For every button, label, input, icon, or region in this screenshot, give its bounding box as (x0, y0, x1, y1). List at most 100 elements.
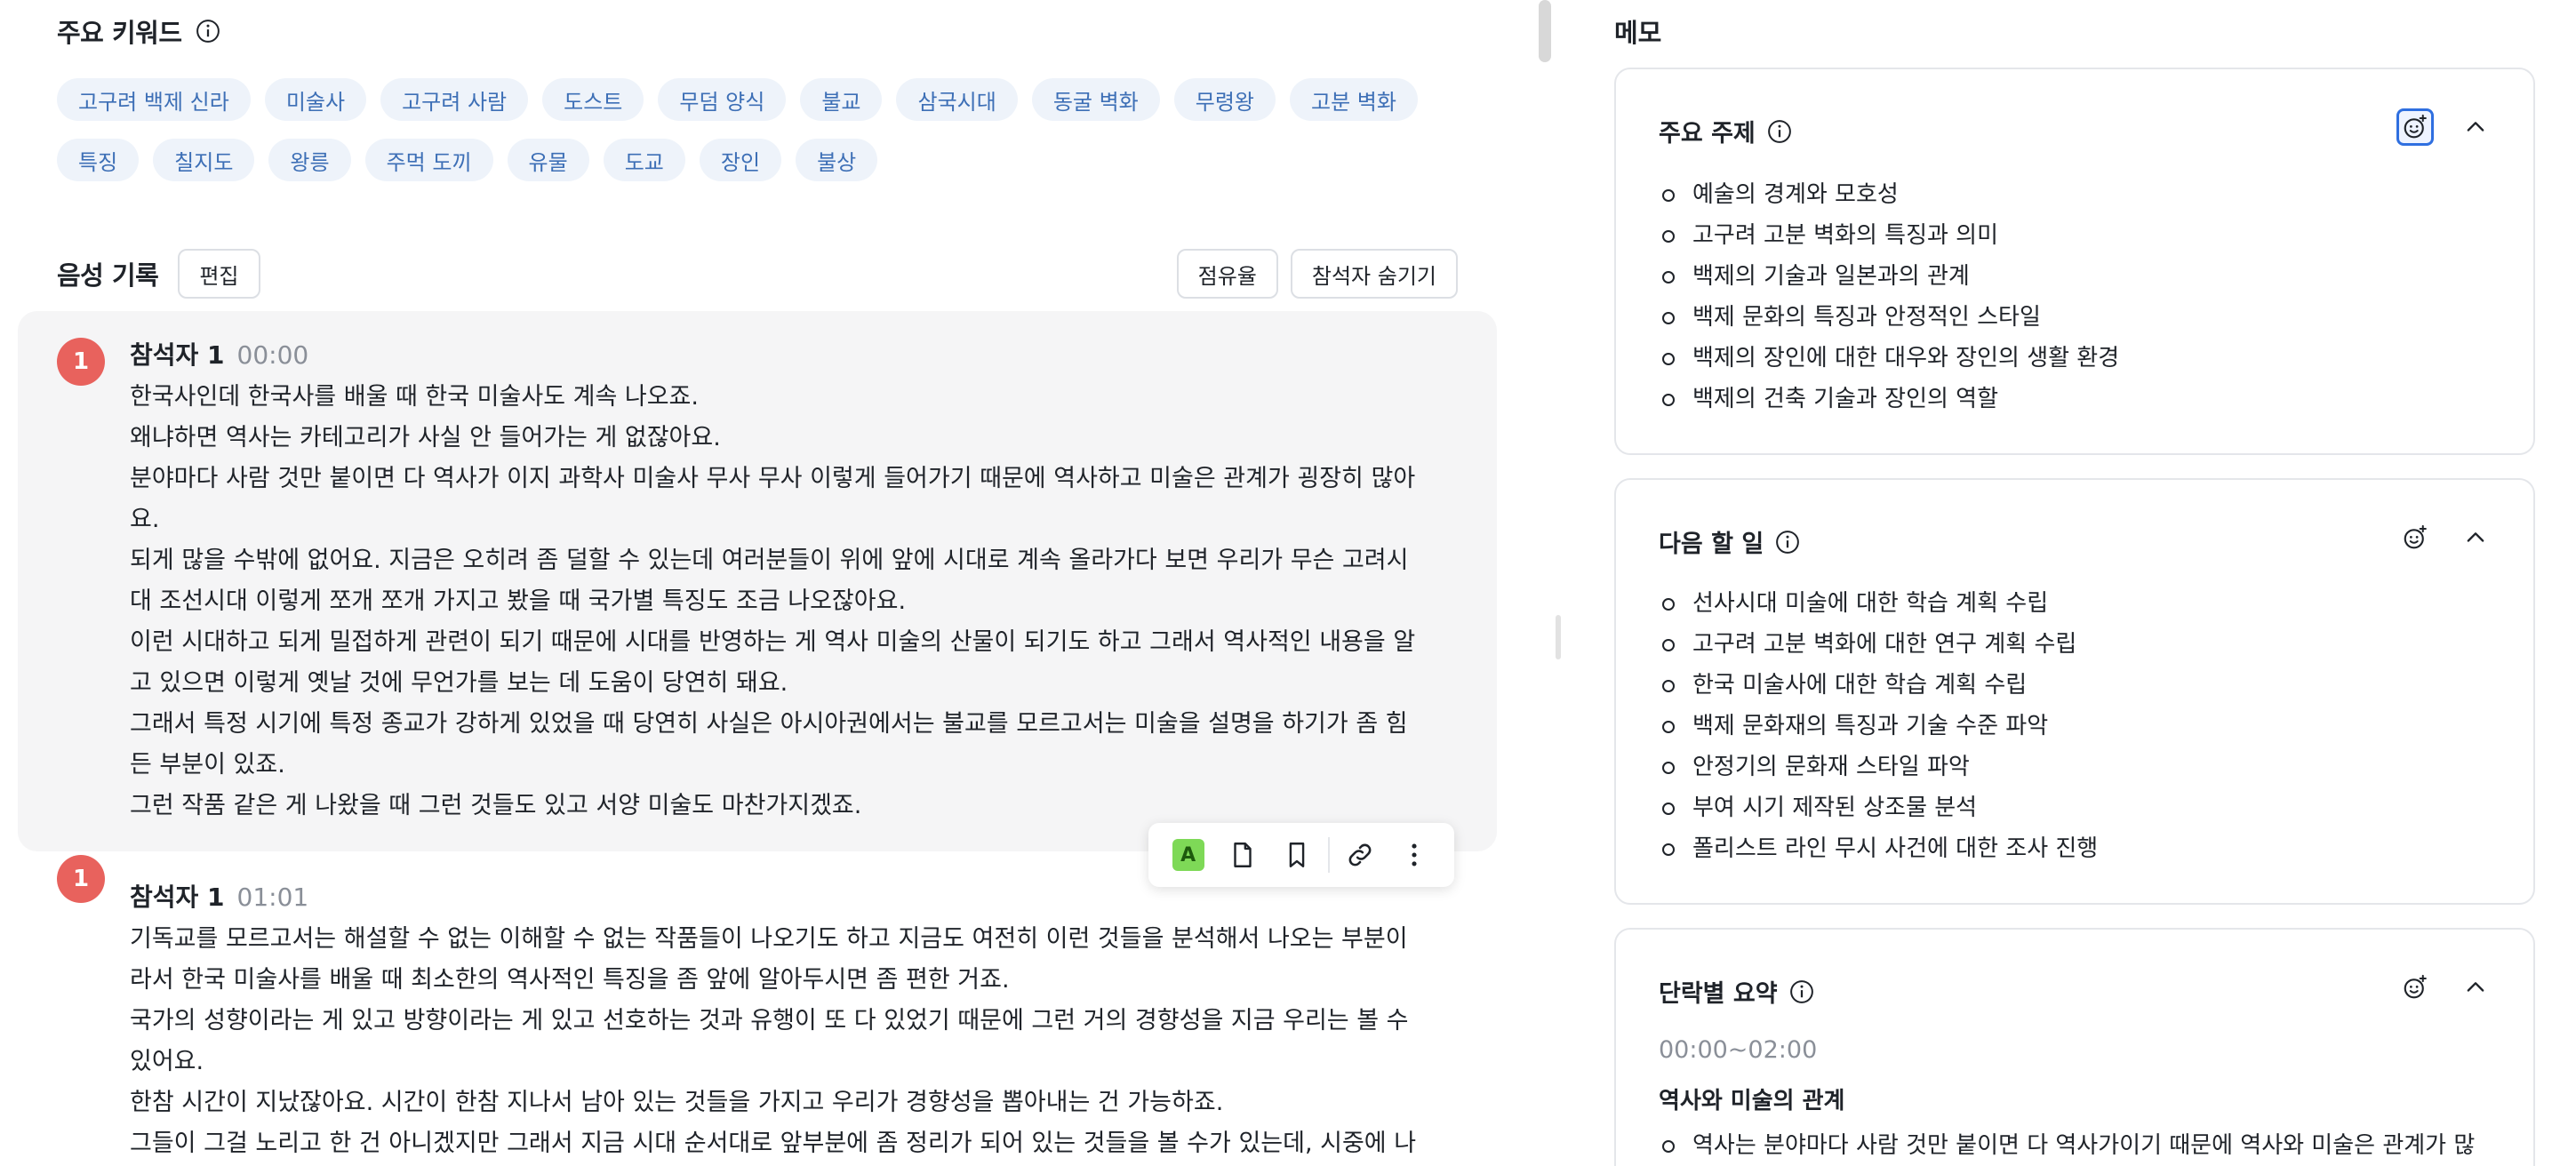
keyword-chip[interactable]: 장인 (699, 139, 782, 181)
transcript-line: 라서 한국 미술사를 배울 때 최소한의 역사적인 특징을 좀 앞에 알아두시면… (130, 966, 1010, 994)
list-item: 한국 미술사에 대한 학습 계획 수립 (1659, 665, 2098, 706)
utterance[interactable]: 1 참석자 1 01:01 기독교를 모르고서는 해설할 수 없는 이해할 수 없… (18, 855, 1497, 1166)
list-item: 백제의 건축 기술과 장인의 역할 (1659, 379, 2119, 419)
recording-header: 음성 기록 편집 점유율 참석자 숨기기 (57, 249, 1458, 299)
topics-card: 주요 주제 예술의 경계와 모호성 고구려 고분 벽화의 특징과 의미 백제의 … (1614, 68, 2535, 455)
keyword-chip[interactable]: 삼국시대 (896, 78, 1018, 121)
transcript-line: 요. (130, 506, 160, 533)
todo-card: 다음 할 일 선사시대 미술에 대한 학습 계획 수립 고구려 고분 벽화에 대… (1614, 478, 2535, 905)
card-header: 주요 주제 (1659, 114, 1793, 148)
summary-paragraph-title: 역사와 미술의 관계 (1659, 1088, 1845, 1114)
info-icon[interactable] (1774, 529, 1801, 555)
transcript-line: 있어요. (130, 1048, 204, 1075)
transcript-line: 든 부분이 있죠. (130, 751, 285, 779)
speaker-header: 참석자 1 00:00 (130, 336, 308, 371)
keyword-chip[interactable]: 미술사 (264, 78, 367, 121)
bookmark-icon[interactable] (1269, 830, 1324, 880)
ai-regenerate-icon[interactable] (2396, 519, 2434, 556)
link-icon[interactable] (1333, 830, 1388, 880)
chevron-up-icon[interactable] (2457, 519, 2494, 556)
ai-regenerate-icon[interactable] (2396, 969, 2434, 1006)
chevron-up-icon[interactable] (2457, 969, 2494, 1006)
memo-title: 메모 (1614, 18, 1662, 48)
info-icon[interactable] (195, 18, 221, 44)
keyword-chip[interactable]: 동굴 벽화 (1031, 78, 1160, 121)
list-item: 부여 시기 제작된 상조물 분석 (1659, 787, 2098, 828)
keyword-chips: 고구려 백제 신라 미술사 고구려 사람 도스트 무덤 양식 불교 삼국시대 동… (57, 78, 1497, 181)
avatar: 1 (57, 338, 105, 386)
keyword-chip[interactable]: 불교 (800, 78, 883, 121)
keyword-chip[interactable]: 유물 (507, 139, 589, 181)
keyword-chip[interactable]: 무령왕 (1173, 78, 1276, 121)
speaker-header: 참석자 1 01:01 (130, 878, 308, 914)
keyword-chip[interactable]: 왕릉 (268, 139, 351, 181)
info-icon[interactable] (1766, 118, 1793, 145)
keyword-chip[interactable]: 고구려 백제 신라 (57, 78, 251, 121)
keyword-chip[interactable]: 무덤 양식 (658, 78, 787, 121)
keyword-chip[interactable]: 고분 벽화 (1290, 78, 1418, 121)
recording-title: 음성 기록 (57, 260, 159, 291)
utterance-text: 한국사인데 한국사를 배울 때 한국 미술사도 계속 나오죠. 왜냐하면 역사는… (130, 377, 1481, 827)
transcript-pane: 주요 키워드 고구려 백제 신라 미술사 고구려 사람 도스트 무덤 양식 불교… (0, 0, 1547, 1166)
card-title: 주요 주제 (1659, 120, 1756, 148)
speaker-name: 참석자 1 (130, 340, 225, 370)
transcript-line: 그런 작품 같은 게 나왔을 때 그런 것들도 있고 서양 미술도 마찬가지겠죠… (130, 792, 862, 819)
list-item: 백제의 장인에 대한 대우와 장인의 생활 환경 (1659, 338, 2119, 379)
transcript-line: 그들이 그걸 노리고 한 건 아니겠지만 그래서 지금 시대 순서대로 앞부분에… (130, 1130, 1417, 1157)
keyword-chip[interactable]: 특징 (57, 139, 140, 181)
edit-button[interactable]: 편집 (178, 249, 260, 299)
summary-card: 단락별 요약 00:00~02:00 역사와 미술의 관계 역사는 분야마다 사… (1614, 928, 2535, 1166)
card-header: 다음 할 일 (1659, 524, 1801, 559)
transcript-line: 그래서 특정 시기에 특정 종교가 강하게 있었을 때 당연히 사실은 아시아권… (130, 710, 1408, 738)
card-title: 단락별 요약 (1659, 980, 1778, 1008)
transcript-line: 한국사인데 한국사를 배울 때 한국 미술사도 계속 나오죠. (130, 383, 699, 411)
speaker-name: 참석자 1 (130, 882, 225, 912)
recording-actions: 점유율 참석자 숨기기 (1176, 249, 1458, 299)
list-item: 백제 문화의 특징과 안정적인 스타일 (1659, 297, 2119, 338)
keywords-title: 주요 키워드 (57, 18, 182, 48)
keyword-chip[interactable]: 고구려 사람 (380, 78, 529, 121)
more-icon[interactable] (1388, 830, 1442, 880)
timestamp[interactable]: 00:00 (237, 340, 309, 370)
transcript-line: 왜냐하면 역사는 카테고리가 사실 안 들어가는 게 없잖아요. (130, 424, 721, 451)
avatar: 1 (57, 855, 105, 903)
chevron-up-icon[interactable] (2457, 108, 2494, 146)
list-item: 백제의 기술과 일본과의 관계 (1659, 256, 2119, 297)
keyword-chip[interactable]: 도교 (603, 139, 685, 181)
list-item: 선사시대 미술에 대한 학습 계획 수립 (1659, 583, 2098, 624)
share-ratio-button[interactable]: 점유율 (1176, 249, 1278, 299)
list-item: 예술의 경계와 모호성 (1659, 174, 2119, 215)
info-icon[interactable] (1788, 978, 1815, 1005)
card-tools (2396, 519, 2494, 556)
list-item: 고구려 고분 벽화에 대한 연구 계획 수립 (1659, 624, 2098, 665)
hide-participants-button[interactable]: 참석자 숨기기 (1290, 249, 1458, 299)
toolbar-divider (1327, 837, 1330, 873)
summary-list: 역사는 분야마다 사람 것만 붙이면 다 역사가이기 때문에 역사와 미술은 관… (1659, 1125, 2475, 1166)
transcript-line: 국가의 성향이라는 게 있고 방향이라는 게 있고 선호하는 것과 유행이 또 … (130, 1007, 1409, 1034)
keyword-chip[interactable]: 주먹 도끼 (364, 139, 493, 181)
transcript-line: 대 조선시대 이렇게 쪼개 쪼개 가지고 봤을 때 국가별 특징도 조금 나오잖… (130, 587, 907, 615)
summary-time-range[interactable]: 00:00~02:00 (1659, 1036, 1817, 1064)
highlight-a-icon: A (1172, 839, 1204, 871)
pane-resize-handle[interactable] (1556, 615, 1561, 659)
transcript-line: 이런 시대하고 되게 밀접하게 관련이 되기 때문에 시대를 반영하는 게 역사… (130, 628, 1416, 656)
transcript-line: 한참 시간이 지났잖아요. 시간이 한참 지나서 남아 있는 것들을 가지고 우… (130, 1089, 1224, 1116)
ai-regenerate-icon[interactable] (2396, 108, 2434, 146)
topics-list: 예술의 경계와 모호성 고구려 고분 벽화의 특징과 의미 백제의 기술과 일본… (1659, 174, 2119, 419)
transcript-scrollbar[interactable] (1539, 0, 1551, 62)
card-title: 다음 할 일 (1659, 531, 1764, 558)
utterance-toolbar: A (1148, 823, 1454, 887)
list-item: 역사는 분야마다 사람 것만 붙이면 다 역사가이기 때문에 역사와 미술은 관… (1659, 1125, 2475, 1166)
document-icon[interactable] (1215, 830, 1269, 880)
utterance[interactable]: 1 참석자 1 00:00 한국사인데 한국사를 배울 때 한국 미술사도 계속 … (18, 311, 1497, 851)
transcript-line: 되게 많을 수밖에 없어요. 지금은 오히려 좀 덜할 수 있는데 여러분들이 … (130, 547, 1409, 574)
todo-list: 선사시대 미술에 대한 학습 계획 수립 고구려 고분 벽화에 대한 연구 계획… (1659, 583, 2098, 869)
keyword-chip[interactable]: 도스트 (542, 78, 644, 121)
keyword-chip[interactable]: 불상 (796, 139, 878, 181)
highlight-button[interactable]: A (1161, 830, 1215, 880)
card-tools (2396, 108, 2494, 146)
timestamp[interactable]: 01:01 (237, 882, 309, 912)
list-item: 백제 문화재의 특징과 기술 수준 파악 (1659, 706, 2098, 747)
keywords-header: 주요 키워드 (57, 12, 221, 50)
keyword-chip[interactable]: 칠지도 (153, 139, 255, 181)
